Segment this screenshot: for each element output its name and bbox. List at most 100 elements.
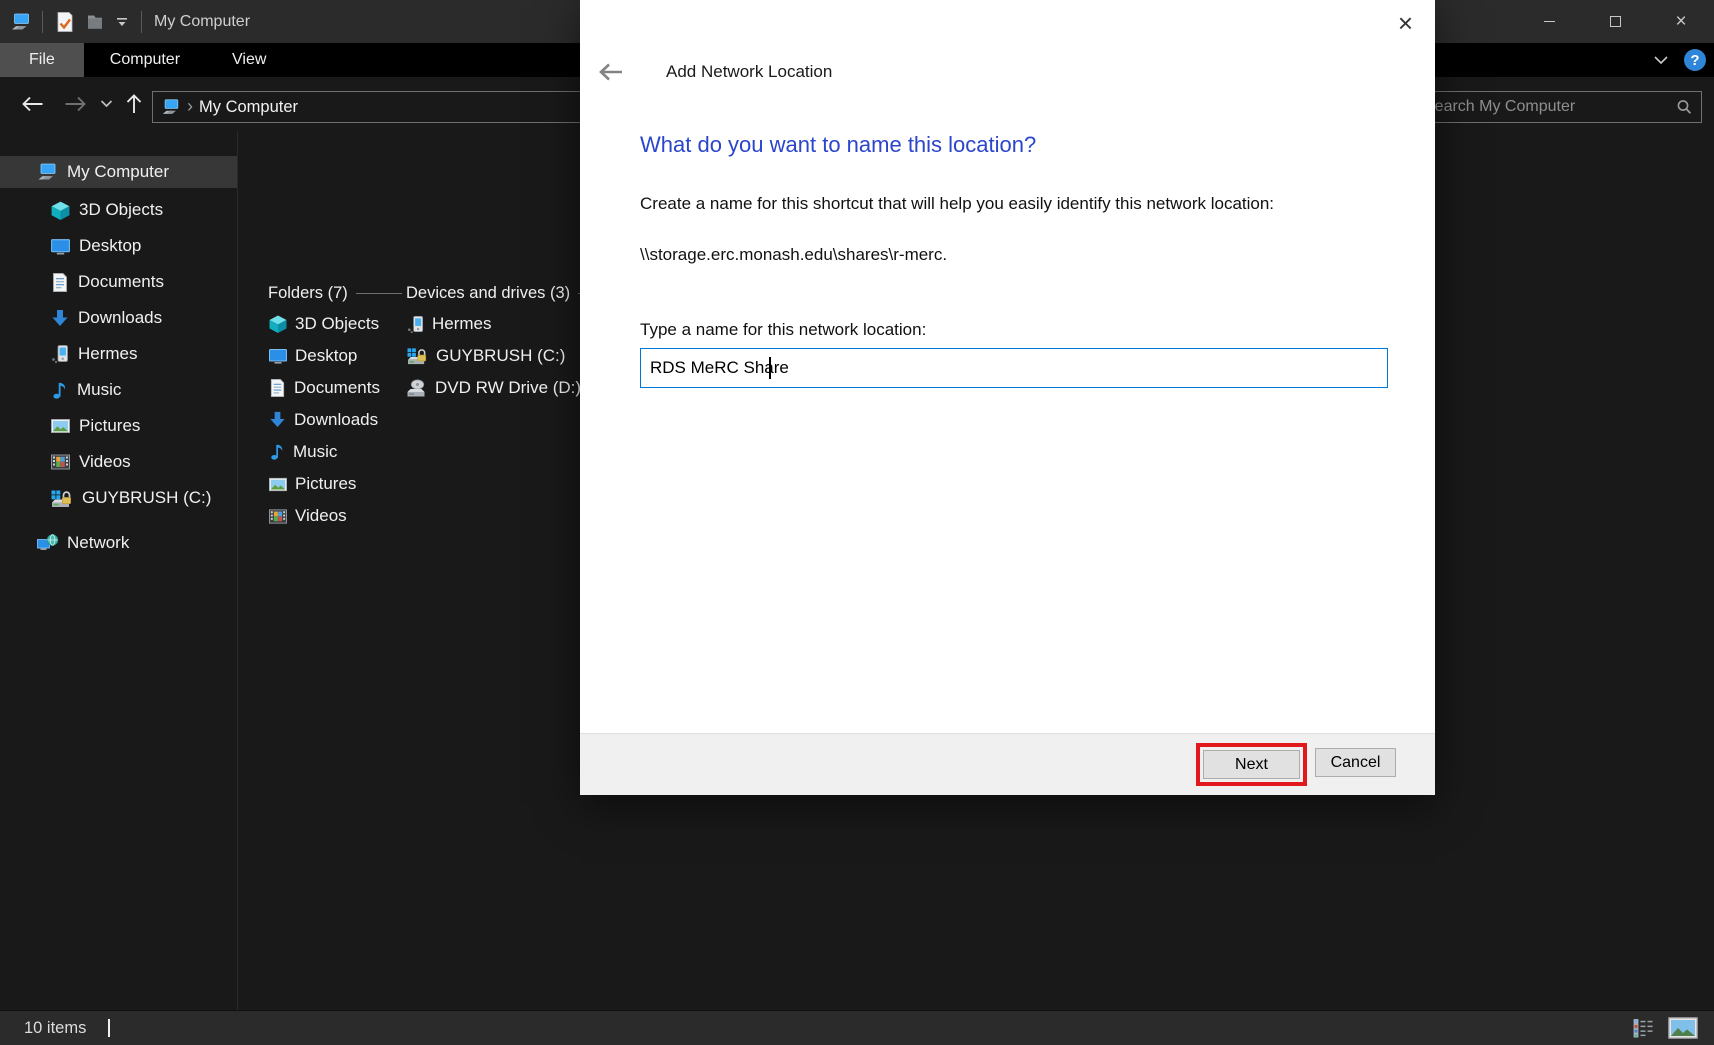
search-icon[interactable] (1675, 98, 1693, 116)
network-path: \\storage.erc.monash.edu\shares\r-merc. (640, 245, 947, 265)
breadcrumb[interactable]: My Computer (199, 98, 298, 117)
properties-quick-access-button[interactable] (53, 9, 77, 35)
folder-item-downloads[interactable]: Downloads (268, 404, 406, 436)
sidebar-item-desktop[interactable]: Desktop (0, 228, 237, 264)
sidebar-item-3d-objects[interactable]: 3D Objects (0, 192, 237, 228)
dialog-heading: What do you want to name this location? (640, 132, 1036, 158)
dialog-title: Add Network Location (666, 62, 832, 82)
help-icon[interactable]: ? (1684, 49, 1706, 71)
item-label: 3D Objects (295, 314, 379, 334)
sidebar-item-label: 3D Objects (79, 200, 163, 220)
explorer-logo-icon (10, 11, 32, 33)
back-button[interactable] (16, 88, 50, 120)
search-input[interactable] (1416, 98, 1675, 116)
sidebar-item-label: GUYBRUSH (C:) (82, 488, 211, 508)
document-icon (268, 378, 287, 398)
maximize-icon (1610, 16, 1621, 27)
breadcrumb-chevron-icon[interactable]: › (187, 97, 193, 115)
cancel-button[interactable]: Cancel (1315, 748, 1396, 777)
sidebar-item-guybrush-drive[interactable]: GUYBRUSH (C:) (0, 480, 237, 516)
up-button[interactable] (118, 88, 150, 120)
close-icon: × (1675, 12, 1686, 31)
item-label: Pictures (295, 474, 356, 494)
sidebar-item-music[interactable]: Music (0, 372, 237, 408)
thumbnail-view-button[interactable] (1666, 1015, 1700, 1041)
desktop-screen: My Computer × File Computer View ? (0, 0, 1714, 1045)
download-arrow-icon (50, 308, 70, 329)
sidebar-item-label: Videos (79, 452, 131, 472)
sidebar-item-pictures[interactable]: Pictures (0, 408, 237, 444)
music-note-icon (268, 442, 286, 462)
sidebar-item-label: Music (77, 380, 121, 400)
sidebar-item-label: Network (67, 533, 129, 553)
film-icon (50, 452, 71, 472)
sidebar-item-my-computer[interactable]: My Computer (0, 156, 237, 188)
monitor-icon (50, 236, 71, 257)
new-folder-quick-access-button[interactable] (83, 10, 107, 34)
search-box (1415, 91, 1702, 123)
tab-computer[interactable]: Computer (84, 43, 206, 77)
location-name-input[interactable] (640, 348, 1388, 388)
dialog-description: Create a name for this shortcut that wil… (640, 194, 1274, 214)
item-label: Videos (295, 506, 347, 526)
item-label: Desktop (295, 346, 357, 366)
toolbar-separator (42, 11, 43, 33)
maximize-button[interactable] (1582, 0, 1648, 43)
dialog-close-button[interactable]: × (1390, 6, 1421, 40)
media-player-icon (50, 343, 70, 365)
group-header-folders[interactable]: Folders (7) (268, 278, 406, 308)
ribbon-collapse-button[interactable] (1650, 52, 1672, 68)
text-caret (769, 357, 771, 379)
forward-button[interactable] (58, 88, 92, 120)
close-window-button[interactable]: × (1648, 0, 1714, 43)
add-network-location-dialog: × Add Network Location What do you want … (580, 0, 1435, 795)
group-rule (356, 293, 402, 294)
picture-icon (268, 475, 288, 494)
toolbar-separator (141, 11, 142, 33)
folder-item-documents[interactable]: Documents (268, 372, 406, 404)
folder-item-pictures[interactable]: Pictures (268, 468, 406, 500)
folder-item-music[interactable]: Music (268, 436, 406, 468)
sidebar-item-label: Desktop (79, 236, 141, 256)
next-button[interactable]: Next (1203, 750, 1300, 779)
sidebar-item-label: Hermes (78, 344, 138, 364)
recent-locations-chevron-button[interactable] (94, 88, 118, 120)
folder-item-desktop[interactable]: Desktop (268, 340, 406, 372)
download-arrow-icon (268, 410, 287, 430)
3d-cube-icon (268, 314, 288, 334)
monitor-icon (268, 346, 288, 366)
location-name-label: Type a name for this network location: (640, 320, 926, 340)
picture-icon (50, 416, 71, 436)
minimize-button[interactable] (1516, 0, 1582, 43)
details-view-button[interactable] (1630, 1016, 1656, 1040)
item-label: Downloads (294, 410, 378, 430)
network-globe-icon (36, 533, 59, 554)
folder-item-3d-objects[interactable]: 3D Objects (268, 308, 406, 340)
this-pc-icon (161, 97, 181, 117)
sidebar-item-downloads[interactable]: Downloads (0, 300, 237, 336)
sidebar-item-label: Pictures (79, 416, 140, 436)
sidebar-item-documents[interactable]: Documents (0, 264, 237, 300)
media-player-icon (406, 314, 425, 335)
item-label: Documents (294, 378, 380, 398)
sidebar-item-label: Documents (78, 272, 164, 292)
sidebar-item-videos[interactable]: Videos (0, 444, 237, 480)
dialog-back-button[interactable] (596, 60, 626, 84)
group-folders: Folders (7) 3D Objects Desktop Documen (268, 278, 406, 532)
quick-access-toolbar (0, 9, 146, 35)
window-title: My Computer (154, 13, 250, 31)
tab-file[interactable]: File (0, 43, 84, 77)
system-drive-lock-icon (50, 488, 74, 509)
sidebar-item-hermes[interactable]: Hermes (0, 336, 237, 372)
minimize-icon (1544, 21, 1555, 22)
item-label: GUYBRUSH (C:) (436, 346, 565, 366)
tab-view[interactable]: View (206, 43, 292, 77)
sidebar-item-network[interactable]: Network (0, 526, 237, 560)
customize-quick-access-toolbar-button[interactable] (113, 14, 131, 30)
music-note-icon (50, 380, 69, 401)
folder-item-videos[interactable]: Videos (268, 500, 406, 532)
document-icon (50, 272, 70, 293)
status-bar: 10 items (0, 1010, 1714, 1045)
sidebar-item-label: Downloads (78, 308, 162, 328)
film-icon (268, 507, 288, 526)
